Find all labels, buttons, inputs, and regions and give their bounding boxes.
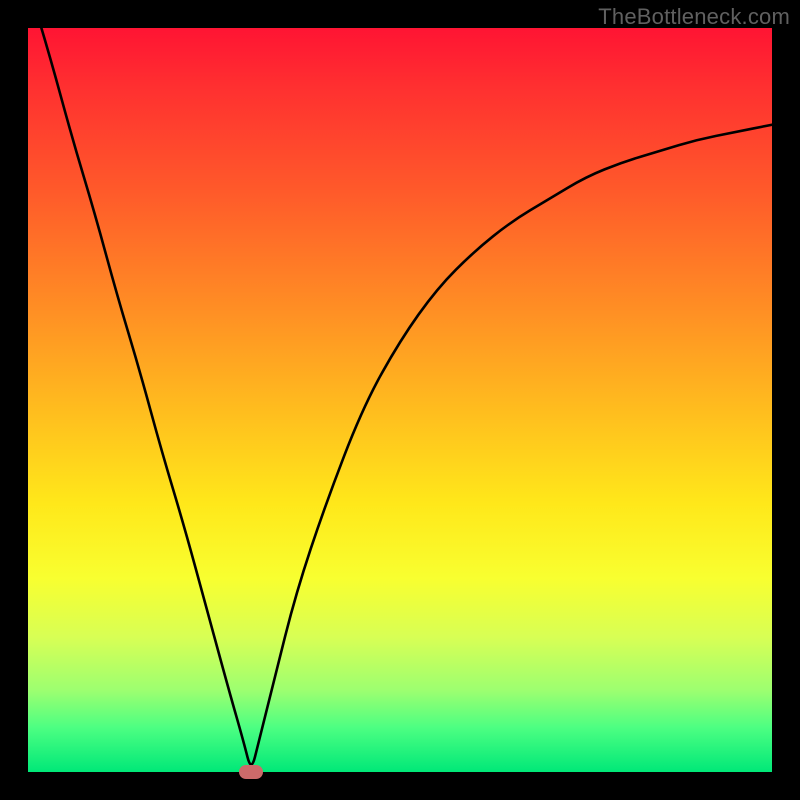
chart-frame: TheBottleneck.com (0, 0, 800, 800)
bottleneck-curve (28, 28, 772, 772)
watermark-text: TheBottleneck.com (598, 4, 790, 30)
chart-plot-area (28, 28, 772, 772)
optimum-marker (239, 765, 263, 779)
